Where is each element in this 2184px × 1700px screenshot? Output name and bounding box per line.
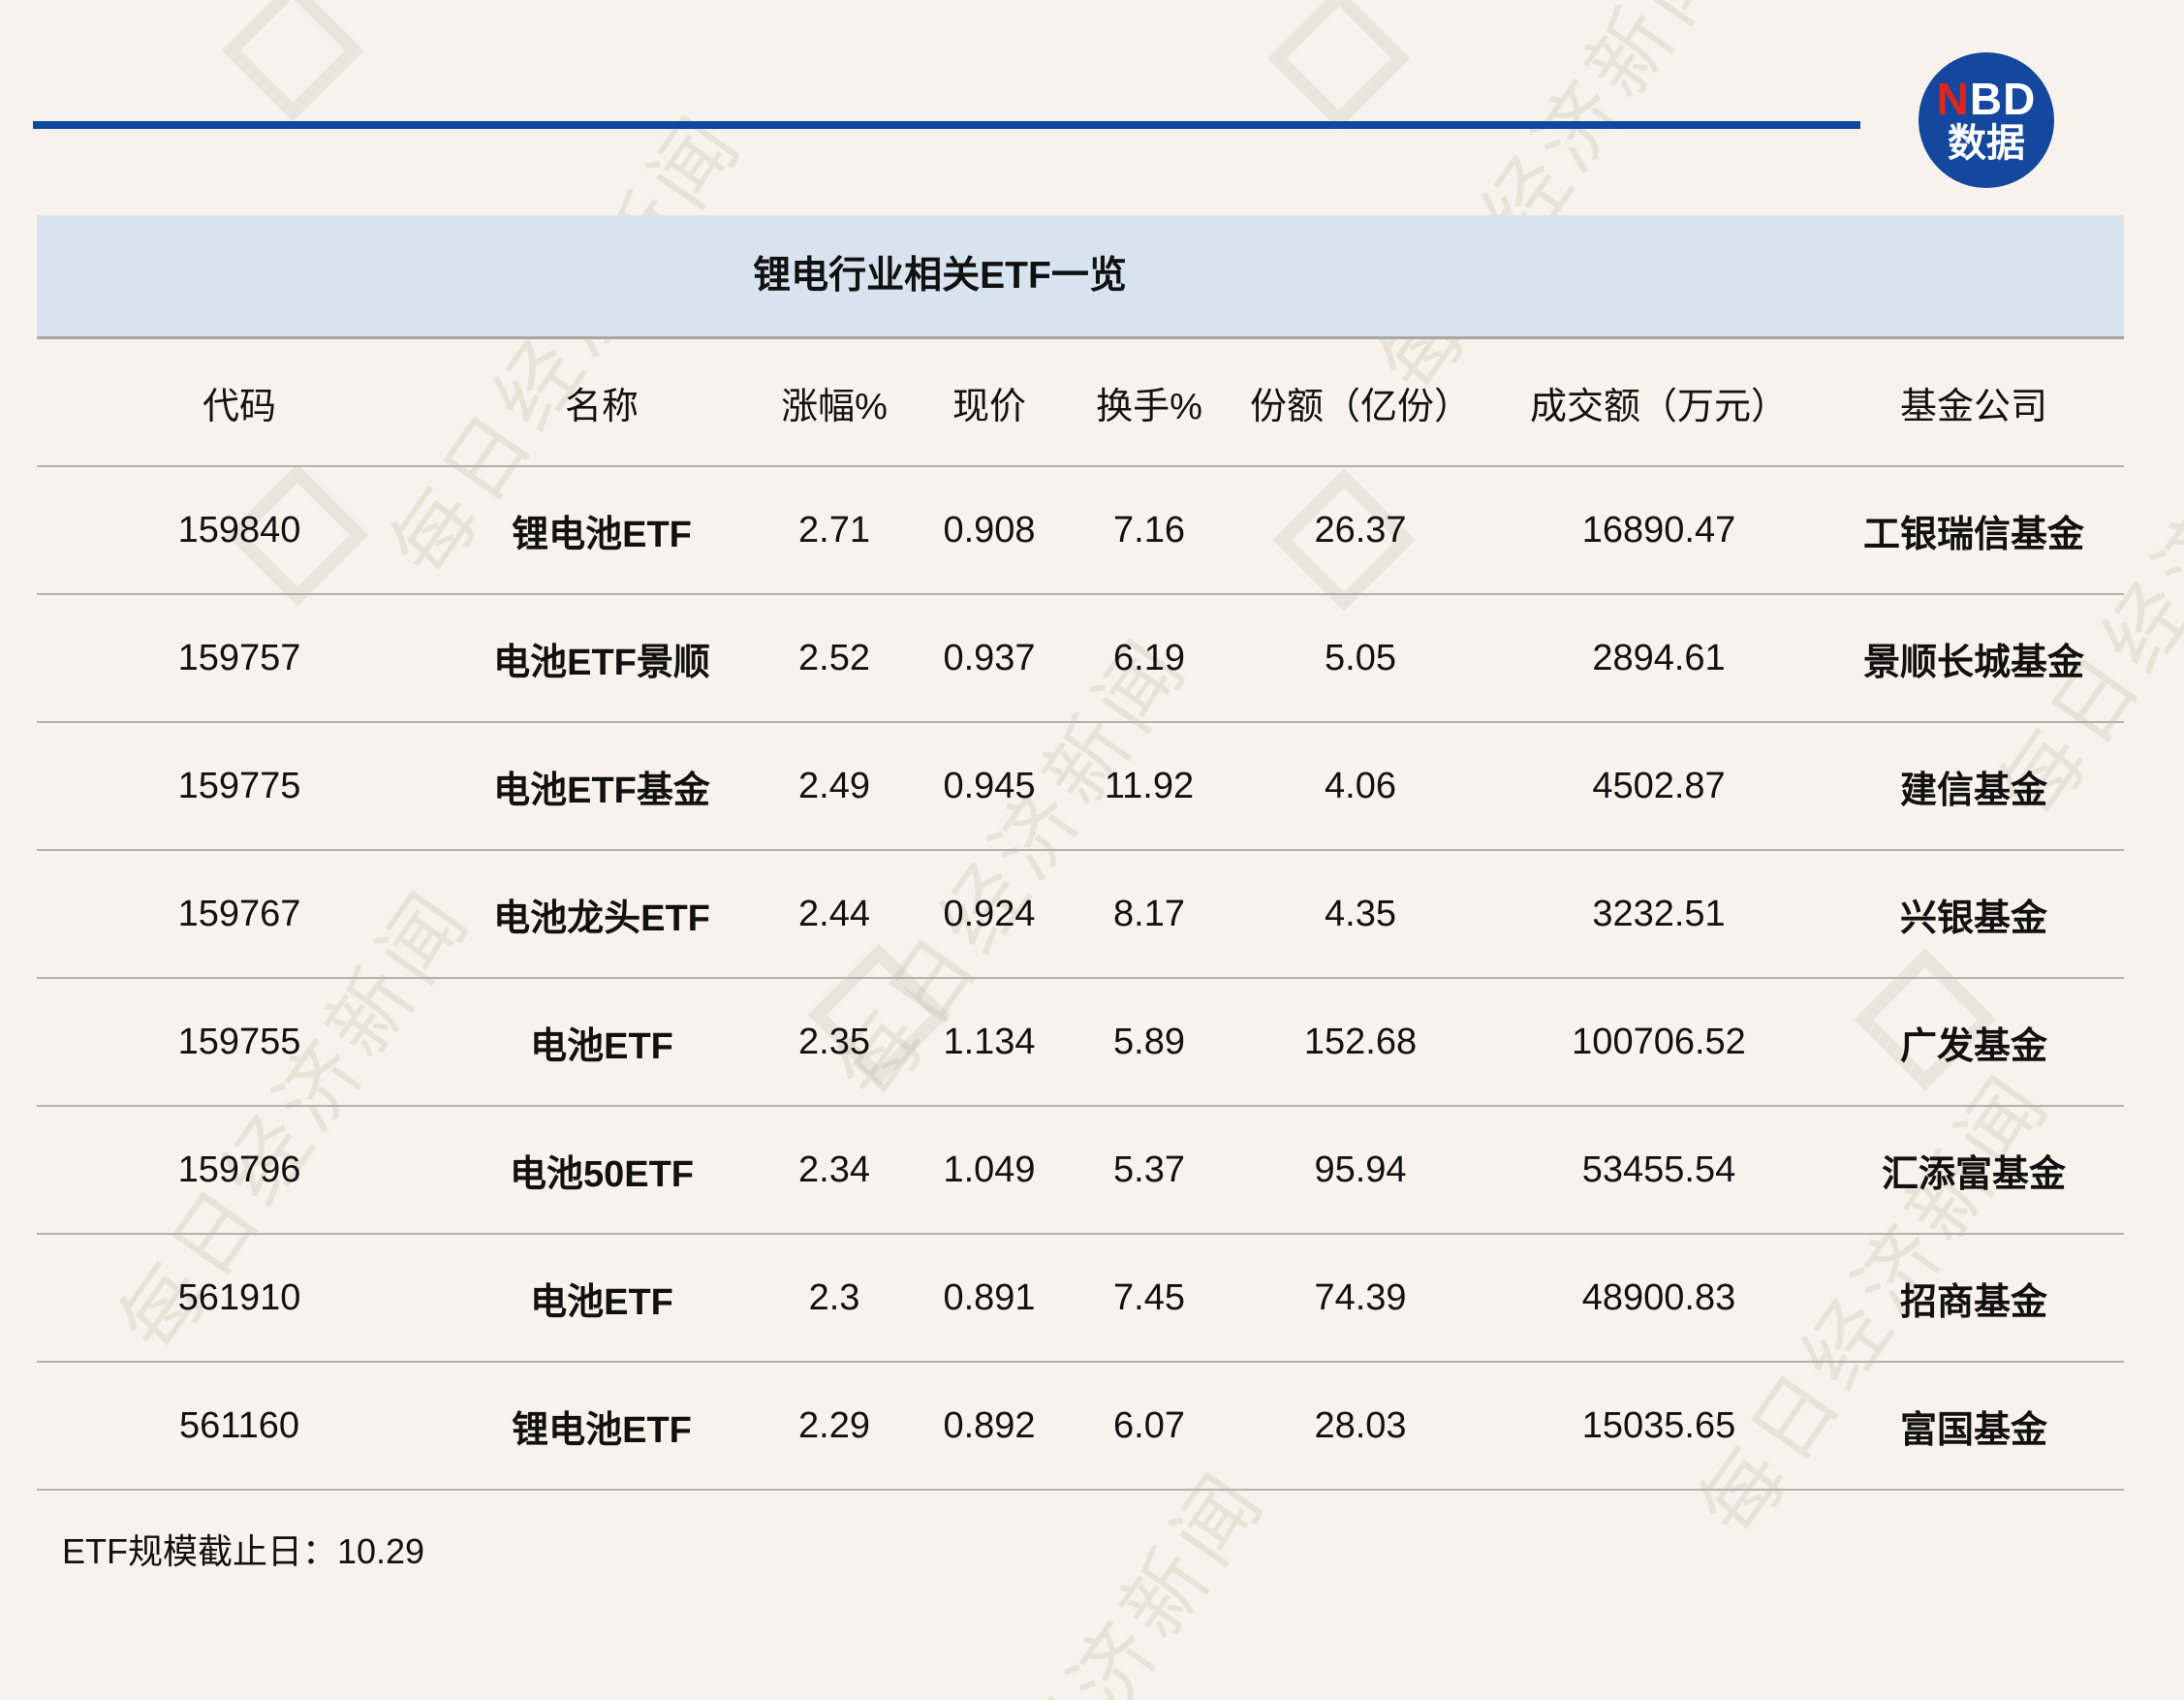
cell-price: 0.892 (907, 1362, 1072, 1490)
cell-volume: 3232.51 (1494, 850, 1824, 978)
cell-name: 锂电池ETF (442, 466, 762, 594)
cell-code: 561160 (37, 1362, 442, 1490)
cell-volume: 16890.47 (1494, 466, 1824, 594)
column-header-code: 代码 (37, 339, 442, 466)
cell-company: 兴银基金 (1824, 850, 2124, 978)
cell-change-pct: 2.3 (762, 1234, 907, 1362)
cell-shares: 74.39 (1227, 1234, 1494, 1362)
cell-code: 159796 (37, 1106, 442, 1234)
cell-change-pct: 2.52 (762, 594, 907, 722)
table-header-row: 代码 名称 涨幅% 现价 换手% 份额（亿份） 成交额（万元） 基金公司 (37, 339, 2124, 466)
cell-change-pct: 2.34 (762, 1106, 907, 1234)
footer-note: ETF规模截止日：10.29 (62, 1524, 424, 1574)
cell-volume: 48900.83 (1494, 1234, 1824, 1362)
column-header-volume: 成交额（万元） (1494, 339, 1824, 466)
cell-price: 1.049 (907, 1106, 1072, 1234)
cell-shares: 152.68 (1227, 978, 1494, 1106)
cell-volume: 2894.61 (1494, 594, 1824, 722)
cell-company: 招商基金 (1824, 1234, 2124, 1362)
cell-price: 0.945 (907, 722, 1072, 850)
cell-shares: 4.06 (1227, 722, 1494, 850)
table-row: 561160锂电池ETF2.290.8926.0728.0315035.65富国… (37, 1362, 2124, 1490)
table-body: 159840锂电池ETF2.710.9087.1626.3716890.47工银… (37, 466, 2124, 1490)
cell-shares: 95.94 (1227, 1106, 1494, 1234)
cell-turnover-pct: 6.07 (1072, 1362, 1227, 1490)
cell-price: 0.908 (907, 466, 1072, 594)
cell-code: 159757 (37, 594, 442, 722)
cell-change-pct: 2.35 (762, 978, 907, 1106)
cell-volume: 53455.54 (1494, 1106, 1824, 1234)
table-row: 159775电池ETF基金2.490.94511.924.064502.87建信… (37, 722, 2124, 850)
cell-shares: 26.37 (1227, 466, 1494, 594)
header-divider-line (33, 121, 1860, 129)
cell-name: 电池龙头ETF (442, 850, 762, 978)
cell-turnover-pct: 8.17 (1072, 850, 1227, 978)
cell-turnover-pct: 7.45 (1072, 1234, 1227, 1362)
cell-turnover-pct: 7.16 (1072, 466, 1227, 594)
column-header-name: 名称 (442, 339, 762, 466)
etf-table-section: 锂电行业相关ETF一览 代码 名称 涨幅% 现价 换手% 份额（亿份） 成交额（… (37, 215, 2124, 1491)
cell-name: 电池ETF (442, 1234, 762, 1362)
cell-change-pct: 2.29 (762, 1362, 907, 1490)
column-header-price: 现价 (907, 339, 1072, 466)
cell-price: 0.891 (907, 1234, 1072, 1362)
cell-shares: 28.03 (1227, 1362, 1494, 1490)
cell-volume: 100706.52 (1494, 978, 1824, 1106)
cell-name: 电池ETF基金 (442, 722, 762, 850)
cell-volume: 4502.87 (1494, 722, 1824, 850)
watermark-knot-icon (1267, 0, 1410, 130)
watermark-knot-icon (221, 0, 363, 122)
table-row: 561910电池ETF2.30.8917.4574.3948900.83招商基金 (37, 1234, 2124, 1362)
cell-turnover-pct: 6.19 (1072, 594, 1227, 722)
cell-company: 建信基金 (1824, 722, 2124, 850)
cell-change-pct: 2.49 (762, 722, 907, 850)
cell-name: 电池ETF (442, 978, 762, 1106)
cell-name: 锂电池ETF (442, 1362, 762, 1490)
nbd-logo: NBD 数据 (1919, 52, 2054, 188)
etf-table: 代码 名称 涨幅% 现价 换手% 份额（亿份） 成交额（万元） 基金公司 159… (37, 339, 2124, 1491)
table-row: 159757电池ETF景顺2.520.9376.195.052894.61景顺长… (37, 594, 2124, 722)
cell-price: 0.937 (907, 594, 1072, 722)
cell-name: 电池50ETF (442, 1106, 762, 1234)
column-header-company: 基金公司 (1824, 339, 2124, 466)
cell-company: 汇添富基金 (1824, 1106, 2124, 1234)
cell-turnover-pct: 5.37 (1072, 1106, 1227, 1234)
cell-price: 0.924 (907, 850, 1072, 978)
cell-code: 561910 (37, 1234, 442, 1362)
cell-shares: 4.35 (1227, 850, 1494, 978)
cell-name: 电池ETF景顺 (442, 594, 762, 722)
cell-turnover-pct: 11.92 (1072, 722, 1227, 850)
table-row: 159755电池ETF2.351.1345.89152.68100706.52广… (37, 978, 2124, 1106)
cell-company: 广发基金 (1824, 978, 2124, 1106)
cell-volume: 15035.65 (1494, 1362, 1824, 1490)
column-header-turnover-pct: 换手% (1072, 339, 1227, 466)
cell-code: 159775 (37, 722, 442, 850)
cell-code: 159767 (37, 850, 442, 978)
cell-code: 159755 (37, 978, 442, 1106)
table-row: 159840锂电池ETF2.710.9087.1626.3716890.47工银… (37, 466, 2124, 594)
table-title: 锂电行业相关ETF一览 (37, 215, 2124, 339)
cell-company: 富国基金 (1824, 1362, 2124, 1490)
cell-turnover-pct: 5.89 (1072, 978, 1227, 1106)
column-header-change-pct: 涨幅% (762, 339, 907, 466)
cell-company: 景顺长城基金 (1824, 594, 2124, 722)
cell-price: 1.134 (907, 978, 1072, 1106)
column-header-shares: 份额（亿份） (1227, 339, 1494, 466)
nbd-logo-subtitle: 数据 (1948, 124, 2025, 164)
cell-change-pct: 2.44 (762, 850, 907, 978)
table-row: 159796电池50ETF2.341.0495.3795.9453455.54汇… (37, 1106, 2124, 1234)
nbd-logo-text: NBD (1937, 77, 2037, 122)
cell-company: 工银瑞信基金 (1824, 466, 2124, 594)
cell-shares: 5.05 (1227, 594, 1494, 722)
table-row: 159767电池龙头ETF2.440.9248.174.353232.51兴银基… (37, 850, 2124, 978)
cell-code: 159840 (37, 466, 442, 594)
page: 每日经济新闻 每日经济新闻 每日经济新闻 每日经济新闻 每日经济新闻 每日经济新… (0, 0, 2184, 1700)
cell-change-pct: 2.71 (762, 466, 907, 594)
